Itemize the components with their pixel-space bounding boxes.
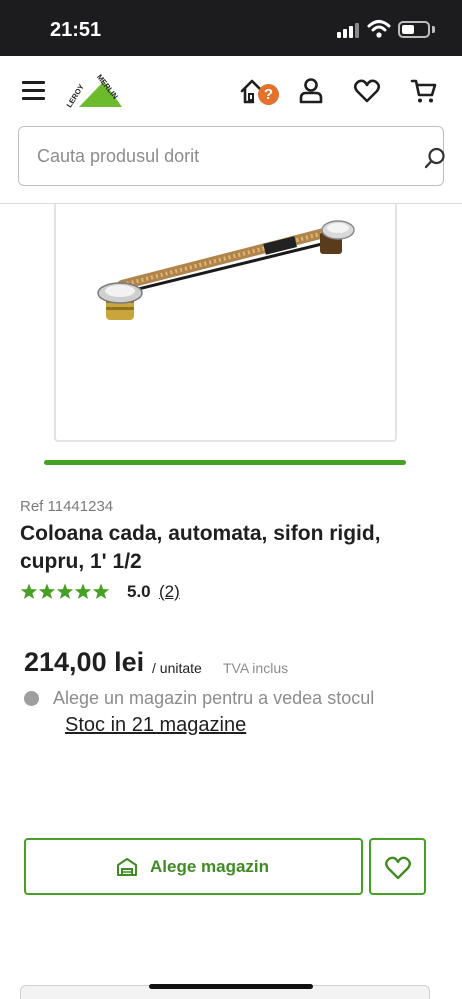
star-icon <box>56 583 74 599</box>
cellular-signal-icon <box>337 22 361 38</box>
product-ref: Ref 11441234 <box>20 498 114 515</box>
product-title: Coloana cada, automata, sifon rigid, cup… <box>20 522 381 573</box>
search-icon[interactable] <box>423 146 447 170</box>
star-icon <box>92 583 110 599</box>
user-icon[interactable] <box>296 76 326 106</box>
battery-tip <box>432 26 435 33</box>
help-badge[interactable]: ? <box>258 84 279 105</box>
search-input[interactable] <box>37 127 397 185</box>
site-header: LEROY MERLIN ? <box>0 56 462 204</box>
rating-stars[interactable] <box>20 583 110 601</box>
wifi-icon <box>367 20 391 38</box>
stock-status-dot <box>24 691 39 706</box>
product-price: 214,00 lei <box>24 647 145 677</box>
status-bar: 21:51 <box>0 0 462 56</box>
star-icon <box>38 583 56 599</box>
stock-stores-link[interactable]: Stoc in 21 magazine <box>65 714 246 737</box>
home-indicator[interactable] <box>149 984 313 989</box>
store-icon <box>117 858 137 876</box>
heart-icon[interactable] <box>352 76 382 106</box>
rating-value: 5.0 <box>127 582 151 601</box>
battery-icon <box>398 21 430 38</box>
heart-outline-icon <box>385 856 411 880</box>
star-icon <box>20 583 38 599</box>
product-image[interactable] <box>92 210 362 325</box>
image-carousel-indicator[interactable] <box>44 460 406 465</box>
search-box <box>18 126 447 186</box>
stock-message: Alege un magazin pentru a vedea stocul <box>53 688 375 708</box>
choose-store-button[interactable]: Alege magazin <box>24 838 363 895</box>
leroy-merlin-logo[interactable]: LEROY MERLIN <box>64 70 126 110</box>
price-unit: / unitate <box>152 660 202 676</box>
star-icon <box>74 583 92 599</box>
product-image-frame[interactable] <box>54 204 397 442</box>
choose-store-label: Alege magazin <box>150 857 270 876</box>
status-time: 21:51 <box>50 19 102 41</box>
vat-note: TVA inclus <box>223 660 289 676</box>
menu-icon[interactable] <box>22 81 45 101</box>
rating-count-link[interactable]: (2) <box>159 582 180 602</box>
add-to-wishlist-button[interactable] <box>369 838 426 895</box>
cart-icon[interactable] <box>409 76 439 106</box>
